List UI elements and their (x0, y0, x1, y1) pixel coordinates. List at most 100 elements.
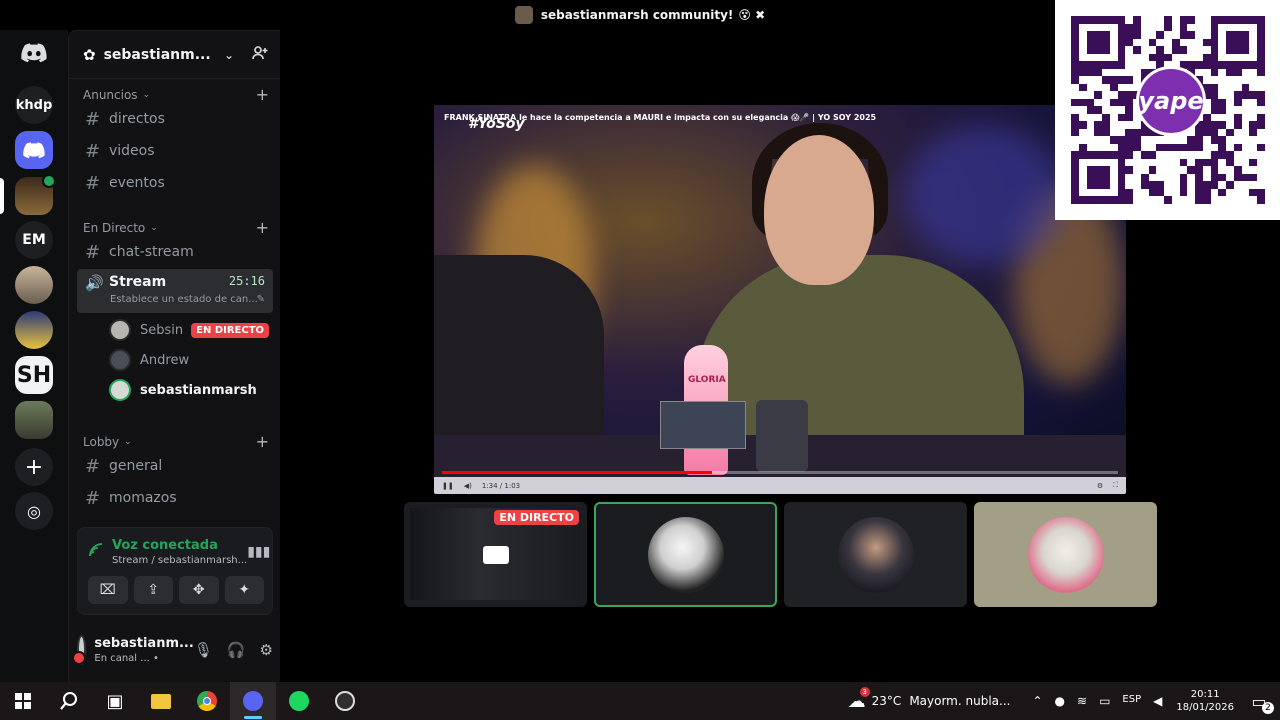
settings-icon[interactable]: ⚙ (1097, 482, 1103, 490)
qr-module (1233, 143, 1242, 152)
channel-momazos[interactable]: # momazos (77, 483, 273, 513)
server-avatar-5[interactable] (15, 311, 53, 349)
server-discord-active[interactable] (15, 131, 53, 169)
channel-status[interactable]: Establece un estado de can... (110, 294, 258, 305)
category-lobby[interactable]: Lobby ⌄ + (83, 432, 269, 451)
server-sh[interactable]: SH (15, 356, 53, 394)
volume-icon[interactable]: ◀ (1153, 694, 1162, 708)
voice-user-andrew[interactable]: Andrew (109, 345, 279, 375)
qr-module (1133, 196, 1141, 204)
camera-off-button[interactable]: ⌧ (88, 576, 128, 604)
qr-module (1210, 151, 1219, 159)
qr-module (1094, 189, 1102, 197)
wifi-icon[interactable]: ≋ (1077, 694, 1087, 708)
edit-icon[interactable]: ✎ (257, 294, 265, 305)
tile-participant-sebastianmarsh[interactable] (594, 502, 777, 607)
qr-module (1180, 39, 1188, 47)
volume-icon[interactable]: ◀) (464, 482, 472, 490)
gear-icon[interactable]: ⚙ (260, 641, 273, 659)
noise-suppression-icon[interactable]: ▮▮▮ (247, 544, 270, 560)
task-view-icon[interactable]: ▣ (92, 682, 138, 720)
weather-widget[interactable]: ☁ 3 23°C Mayorm. nubla... (848, 686, 1010, 712)
pause-icon[interactable]: ❚❚ (442, 482, 454, 490)
file-explorer-icon[interactable] (138, 682, 184, 720)
qr-module (1125, 174, 1133, 182)
qr-module (1218, 121, 1227, 129)
qr-module (1249, 16, 1258, 24)
screen-share-button[interactable]: ⇪ (133, 576, 173, 604)
soundboard-button[interactable]: ✦ (224, 576, 264, 604)
channel-directos[interactable]: # directos (77, 104, 273, 134)
qr-module (1078, 16, 1087, 24)
add-channel-icon[interactable]: + (256, 85, 269, 104)
channel-general[interactable]: # general (77, 451, 273, 481)
user-info[interactable]: sebastianm... En canal ... • (94, 636, 193, 664)
guild-header[interactable]: ✿ sebastianm... ⌄ (69, 31, 280, 79)
notifications-icon[interactable]: ▭ 2 (1248, 690, 1274, 714)
category-anuncios[interactable]: Anuncios ⌄ + (83, 85, 269, 104)
qr-module (1125, 113, 1134, 122)
server-avatar-4[interactable] (15, 266, 53, 304)
video-progress-bar[interactable] (442, 471, 1118, 474)
language-indicator[interactable]: ESP (1122, 694, 1141, 708)
discord-taskbar-icon[interactable] (230, 682, 276, 720)
server-avatar-7[interactable] (15, 401, 53, 439)
voice-channel-stream[interactable]: 🔊 Stream 25:16 Establece un estado de ca… (77, 269, 273, 313)
qr-module (1233, 98, 1242, 107)
qr-module (1141, 39, 1149, 47)
category-en-directo[interactable]: En Directo ⌄ + (83, 218, 269, 237)
microphone-tray-icon[interactable]: ● (1055, 694, 1065, 708)
qr-module (1218, 129, 1226, 137)
stream-video[interactable]: GLORIA FRANK SINATRA le hace la competen… (434, 105, 1126, 494)
discord-home-icon[interactable] (15, 34, 53, 72)
qr-module (1102, 38, 1110, 47)
channel-chat-stream[interactable]: # chat-stream (77, 237, 273, 267)
qr-module (1179, 46, 1188, 54)
headphones-icon[interactable]: 🎧 (227, 641, 246, 659)
battery-icon[interactable]: ▭ (1099, 694, 1110, 708)
qr-module (1117, 61, 1126, 69)
voice-status-title[interactable]: Voz conectada (112, 538, 247, 553)
activities-button[interactable]: ✥ (179, 576, 219, 604)
qr-module (1117, 196, 1126, 204)
windows-start-icon[interactable] (0, 682, 46, 720)
voice-user-sebastianmarsh[interactable]: sebastianmarsh (109, 375, 279, 405)
qr-module (1110, 46, 1118, 54)
add-server-icon[interactable]: + (15, 448, 53, 486)
qr-module (1226, 189, 1234, 197)
qr-module (1071, 196, 1079, 204)
qr-module (1179, 23, 1188, 32)
qr-module (1118, 106, 1126, 114)
qr-module (1125, 38, 1134, 47)
server-avatar-2[interactable] (15, 174, 56, 215)
user-avatar[interactable] (72, 635, 87, 665)
server-khdp[interactable]: khdp (15, 86, 53, 124)
spotify-icon[interactable] (276, 682, 322, 720)
obs-icon[interactable] (322, 682, 368, 720)
add-channel-icon[interactable]: + (256, 432, 269, 451)
add-member-icon[interactable] (252, 45, 268, 65)
microphone-icon[interactable]: 🎙 (194, 641, 213, 659)
tile-participant-andrew[interactable] (784, 502, 967, 607)
qr-module (1133, 143, 1141, 152)
add-channel-icon[interactable]: + (256, 218, 269, 237)
search-icon[interactable] (46, 682, 92, 720)
clock[interactable]: 20:11 18/01/2026 (1176, 688, 1234, 714)
qr-module (1233, 166, 1242, 174)
qr-module (1257, 61, 1265, 69)
voice-user-sebsin[interactable]: Sebsin EN DIRECTO (109, 315, 279, 345)
fullscreen-icon[interactable]: ⛶ (1113, 481, 1118, 490)
server-em[interactable]: EM (15, 221, 53, 259)
qr-module (1179, 181, 1188, 189)
qr-module (1226, 68, 1234, 77)
tile-screen-share[interactable]: EN DIRECTO (404, 502, 587, 607)
channel-eventos[interactable]: # eventos (77, 168, 273, 198)
signal-icon[interactable] (88, 542, 104, 562)
channel-videos[interactable]: # videos (77, 136, 273, 166)
chrome-icon[interactable] (184, 682, 230, 720)
explore-icon[interactable]: ◎ (15, 492, 53, 530)
qr-module (1125, 121, 1133, 129)
chevron-up-icon[interactable]: ⌃ (1032, 694, 1042, 708)
qr-module (1156, 46, 1165, 54)
tile-participant-sebsin[interactable] (974, 502, 1157, 607)
